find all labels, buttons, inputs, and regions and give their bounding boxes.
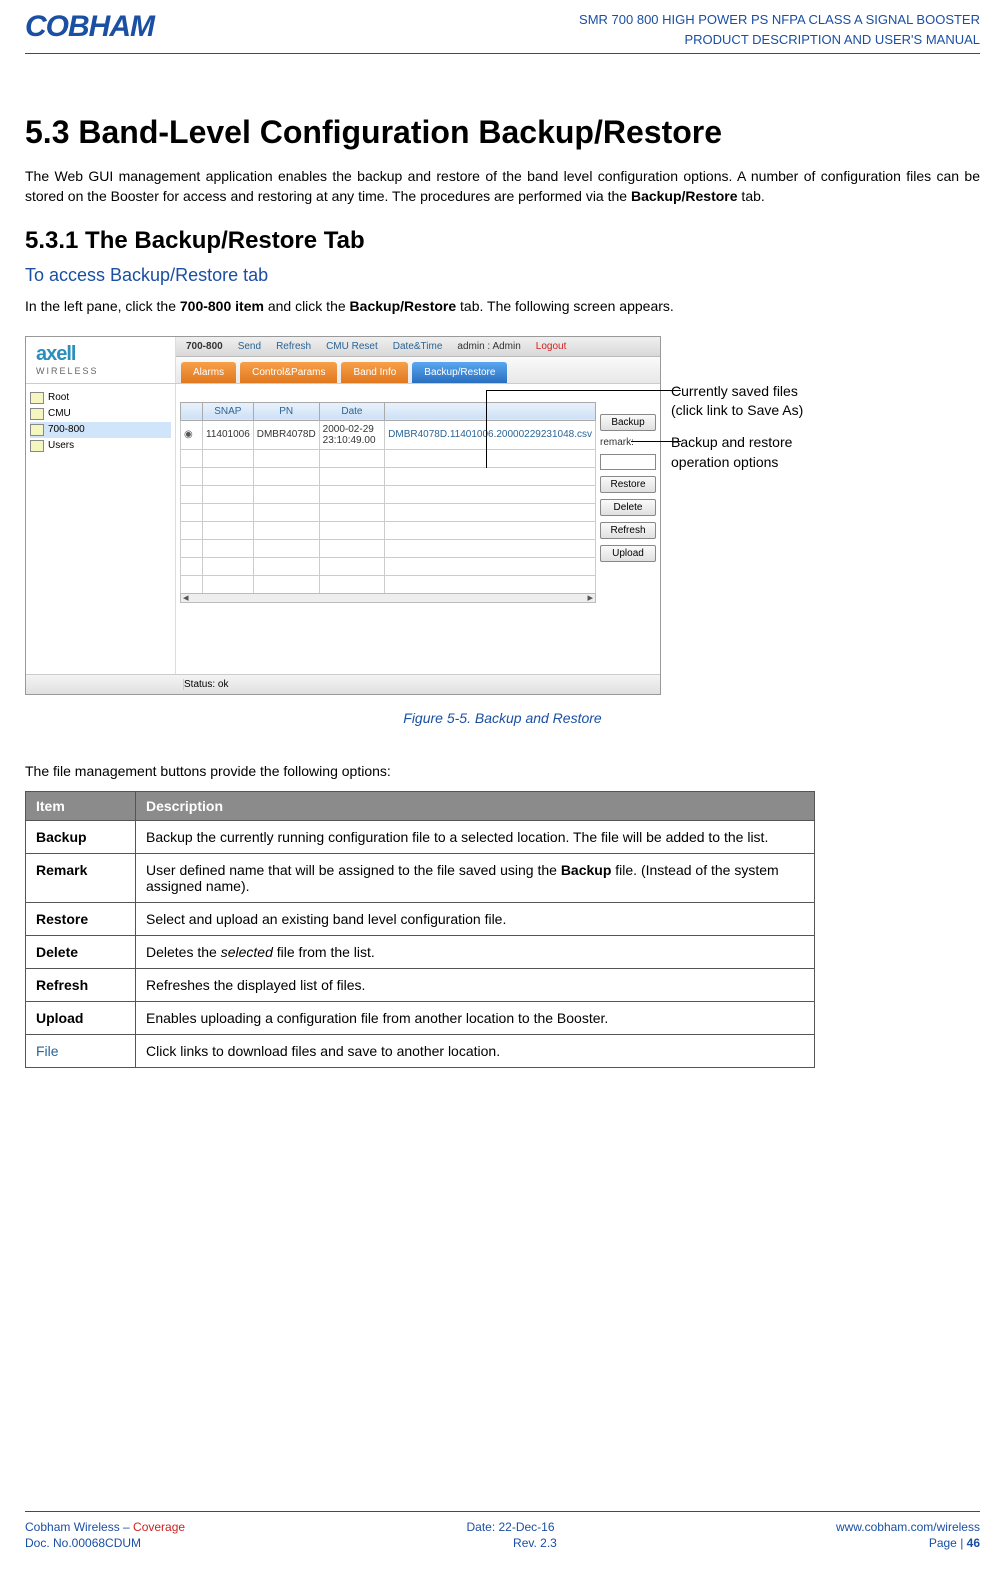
subsection-heading: 5.3.1 The Backup/Restore Tab xyxy=(25,227,980,255)
status-bar: Status: ok xyxy=(26,674,660,694)
doc-header: SMR 700 800 HIGH POWER PS NFPA CLASS A S… xyxy=(579,10,980,49)
item-backup: Backup xyxy=(26,821,136,854)
th-item: Item xyxy=(26,792,136,821)
breadcrumb-bar: 700-800 Send Refresh CMU Reset Date&Time… xyxy=(176,337,660,357)
footer-date: Date: 22-Dec-16 xyxy=(466,1520,554,1534)
col-date: Date xyxy=(319,402,384,420)
tab-alarms[interactable]: Alarms xyxy=(181,362,236,383)
admin-label: admin : Admin xyxy=(457,341,520,352)
files-grid: SNAP PN Date 11401006 DMBR4078D 2000-02-… xyxy=(180,402,596,594)
desc-upload: Enables uploading a configuration file f… xyxy=(136,1002,815,1035)
brand-logo: COBHAM xyxy=(25,10,154,44)
folder-icon xyxy=(30,424,44,436)
tree-item-users[interactable]: Users xyxy=(30,438,171,454)
folder-icon xyxy=(30,408,44,420)
footer-page: Page | 46 xyxy=(929,1536,980,1550)
footer-url: www.cobham.com/wireless xyxy=(836,1520,980,1534)
cell-snap: 11401006 xyxy=(203,420,254,449)
col-snap: SNAP xyxy=(203,402,254,420)
top-link-send[interactable]: Send xyxy=(238,341,261,352)
top-link-datetime[interactable]: Date&Time xyxy=(393,341,443,352)
item-remark: Remark xyxy=(26,854,136,903)
logout-link[interactable]: Logout xyxy=(536,341,567,352)
doc-header-line1: SMR 700 800 HIGH POWER PS NFPA CLASS A S… xyxy=(579,10,980,30)
refresh-button[interactable]: Refresh xyxy=(600,522,656,539)
row-radio[interactable] xyxy=(181,420,203,449)
backup-button[interactable]: Backup xyxy=(600,414,656,431)
item-upload: Upload xyxy=(26,1002,136,1035)
intro-paragraph: The Web GUI management application enabl… xyxy=(25,166,980,207)
tree-item-cmu[interactable]: CMU xyxy=(30,406,171,422)
page-footer: Cobham Wireless – Coverage Date: 22-Dec-… xyxy=(25,1511,980,1550)
col-pn: PN xyxy=(253,402,319,420)
callout-saved-files: Currently saved files (click link to Sav… xyxy=(671,382,891,421)
tab-backup-restore[interactable]: Backup/Restore xyxy=(412,362,507,383)
tab-row: Alarms Control&Params Band Info Backup/R… xyxy=(176,357,660,383)
app-logo: axell WIRELESS xyxy=(26,337,176,383)
item-delete: Delete xyxy=(26,936,136,969)
desc-refresh: Refreshes the displayed list of files. xyxy=(136,969,815,1002)
footer-brand: Cobham Wireless – Coverage xyxy=(25,1520,185,1534)
cell-pn: DMBR4078D xyxy=(253,420,319,449)
callouts: Currently saved files (click link to Sav… xyxy=(671,336,891,484)
desc-backup: Backup the currently running configurati… xyxy=(136,821,815,854)
remark-input[interactable] xyxy=(600,454,656,470)
header-divider xyxy=(25,53,980,54)
cell-file-link[interactable]: DMBR4078D.11401006.20000229231048.csv xyxy=(385,420,596,449)
desc-delete: Deletes the selected file from the list. xyxy=(136,936,815,969)
figure-caption: Figure 5-5. Backup and Restore xyxy=(25,710,980,726)
top-link-cmu-reset[interactable]: CMU Reset xyxy=(326,341,378,352)
horizontal-scrollbar[interactable] xyxy=(180,593,596,603)
col-file xyxy=(385,402,596,420)
table-intro: The file management buttons provide the … xyxy=(25,761,980,781)
desc-restore: Select and upload an existing band level… xyxy=(136,903,815,936)
item-refresh: Refresh xyxy=(26,969,136,1002)
footer-docno: Doc. No.00068CDUM xyxy=(25,1536,141,1550)
th-desc: Description xyxy=(136,792,815,821)
tree-item-700-800[interactable]: 700-800 xyxy=(30,422,171,438)
doc-header-line2: PRODUCT DESCRIPTION AND USER'S MANUAL xyxy=(579,30,980,50)
tab-band-info[interactable]: Band Info xyxy=(341,362,408,383)
desc-file: Click links to download files and save t… xyxy=(136,1035,815,1068)
tree-item-root[interactable]: Root xyxy=(30,390,171,406)
status-text: Status: ok xyxy=(184,679,228,690)
instruction-paragraph: In the left pane, click the 700-800 item… xyxy=(25,296,980,316)
table-row: Refresh Refreshes the displayed list of … xyxy=(26,969,815,1002)
table-row: Delete Deletes the selected file from th… xyxy=(26,936,815,969)
item-restore: Restore xyxy=(26,903,136,936)
top-link-refresh[interactable]: Refresh xyxy=(276,341,311,352)
upload-button[interactable]: Upload xyxy=(600,545,656,562)
access-heading: To access Backup/Restore tab xyxy=(25,265,980,286)
tab-control-params[interactable]: Control&Params xyxy=(240,362,337,383)
folder-icon xyxy=(30,392,44,404)
remark-label: remark: xyxy=(600,437,656,448)
table-row: Upload Enables uploading a configuration… xyxy=(26,1002,815,1035)
footer-rev: Rev. 2.3 xyxy=(513,1536,557,1550)
side-controls: Backup remark: Restore Delete Refresh Up… xyxy=(596,402,660,674)
cell-date: 2000-02-29 23:10:49.00 xyxy=(319,420,384,449)
table-row[interactable]: 11401006 DMBR4078D 2000-02-29 23:10:49.0… xyxy=(181,420,596,449)
breadcrumb-title: 700-800 xyxy=(186,341,223,352)
desc-remark: User defined name that will be assigned … xyxy=(136,854,815,903)
section-heading: 5.3 Band-Level Configuration Backup/Rest… xyxy=(25,114,980,151)
nav-tree: Root CMU 700-800 Users xyxy=(26,384,176,674)
table-row: Restore Select and upload an existing ba… xyxy=(26,903,815,936)
table-row: File Click links to download files and s… xyxy=(26,1035,815,1068)
delete-button[interactable]: Delete xyxy=(600,499,656,516)
table-row: Backup Backup the currently running conf… xyxy=(26,821,815,854)
item-file: File xyxy=(26,1035,136,1068)
col-select xyxy=(181,402,203,420)
description-table: Item Description Backup Backup the curre… xyxy=(25,791,815,1068)
restore-button[interactable]: Restore xyxy=(600,476,656,493)
callout-operation-options: Backup and restore operation options xyxy=(671,433,891,472)
table-row: Remark User defined name that will be as… xyxy=(26,854,815,903)
folder-icon xyxy=(30,440,44,452)
